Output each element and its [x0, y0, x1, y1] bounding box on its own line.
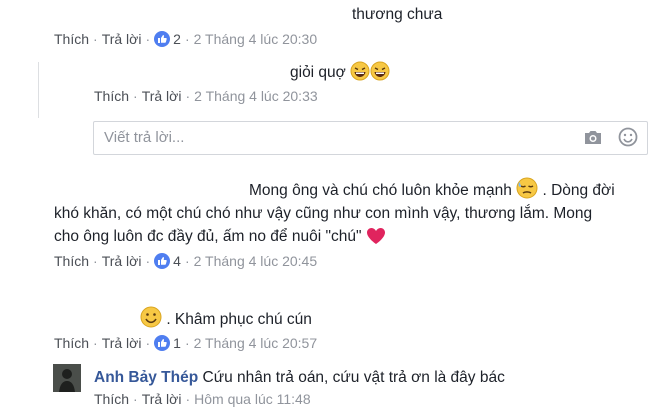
reply-link[interactable]: Trả lời [102, 335, 142, 351]
comment-text: thương chưa [352, 6, 443, 23]
reaction-count[interactable]: 4 [173, 253, 181, 269]
comment-text: . Khâm phục chú cún [140, 306, 312, 336]
like-link[interactable]: Thích [94, 391, 129, 407]
comment-text: Anh Bảy Thép Cứu nhân trả oán, cứu vật t… [94, 366, 505, 390]
comment-body-line3: cho ông luôn đc đầy đủ, ấm no để nuôi "c… [54, 228, 362, 245]
comment-actions: Thích · Trả lời · 4 · 2 Tháng 4 lúc 20:45 [54, 253, 318, 269]
redacted-name [53, 176, 243, 200]
reply-link[interactable]: Trả lời [102, 31, 142, 47]
smile-emoji-icon [140, 306, 162, 336]
smiley-icon[interactable] [618, 127, 638, 152]
camera-icon[interactable] [583, 129, 603, 151]
timestamp[interactable]: Hôm qua lúc 11:48 [194, 391, 310, 407]
comment-body-line1b: . Dòng đời [542, 182, 615, 199]
reaction-count[interactable]: 1 [173, 335, 181, 351]
reply-link[interactable]: Trả lời [142, 88, 182, 104]
laughing-emoji-icon [370, 61, 390, 89]
comment-actions: Thích · Trả lời · 2 Tháng 4 lúc 20:33 [94, 88, 318, 104]
like-link[interactable]: Thích [54, 31, 89, 47]
reply-link[interactable]: Trả lời [102, 253, 142, 269]
avatar[interactable] [53, 364, 81, 392]
redacted-name [55, 2, 345, 26]
comment-body: . Khâm phục chú cún [166, 311, 312, 328]
comment-actions: Thích · Trả lời · 2 · 2 Tháng 4 lúc 20:30 [54, 31, 318, 47]
like-link[interactable]: Thích [94, 88, 129, 104]
comment-body-line2: khó khăn, có một chú chó như vậy cũng nh… [54, 205, 593, 222]
comment-text-line3: cho ông luôn đc đầy đủ, ấm no để nuôi "c… [54, 225, 386, 253]
like-reaction-icon[interactable] [154, 253, 171, 269]
like-link[interactable]: Thích [54, 253, 89, 269]
reply-thread-line [38, 62, 39, 118]
comment-actions: Thích · Trả lời · 1 · 2 Tháng 4 lúc 20:57 [54, 335, 318, 351]
like-reaction-icon[interactable] [154, 31, 171, 47]
redacted-avatar [52, 120, 86, 154]
timestamp[interactable]: 2 Tháng 4 lúc 20:30 [194, 31, 318, 47]
heart-icon [366, 227, 386, 253]
commenter-name[interactable]: Anh Bảy Thép [94, 369, 198, 386]
timestamp[interactable]: 2 Tháng 4 lúc 20:33 [194, 88, 318, 104]
reply-placeholder: Viết trả lời... [104, 129, 185, 146]
timestamp[interactable]: 2 Tháng 4 lúc 20:57 [194, 335, 318, 351]
like-reaction-icon[interactable] [154, 335, 171, 351]
redacted-name [53, 298, 133, 328]
redacted-name [52, 60, 282, 86]
comment-text: giỏi quợ [290, 61, 390, 89]
laughing-emoji-icon [350, 61, 370, 89]
comment-body: Cứu nhân trả oán, cứu vật trả ơn là đây … [202, 369, 505, 386]
timestamp[interactable]: 2 Tháng 4 lúc 20:45 [194, 253, 318, 269]
reply-input[interactable]: Viết trả lời... [93, 121, 648, 155]
comment-body-line1: Mong ông và chú chó luôn khỏe mạnh [249, 182, 512, 199]
reaction-count[interactable]: 2 [173, 31, 181, 47]
like-link[interactable]: Thích [54, 335, 89, 351]
comment-actions: Thích · Trả lời · Hôm qua lúc 11:48 [94, 391, 311, 407]
reply-link[interactable]: Trả lời [142, 391, 182, 407]
comment-body: giỏi quợ [290, 64, 346, 81]
